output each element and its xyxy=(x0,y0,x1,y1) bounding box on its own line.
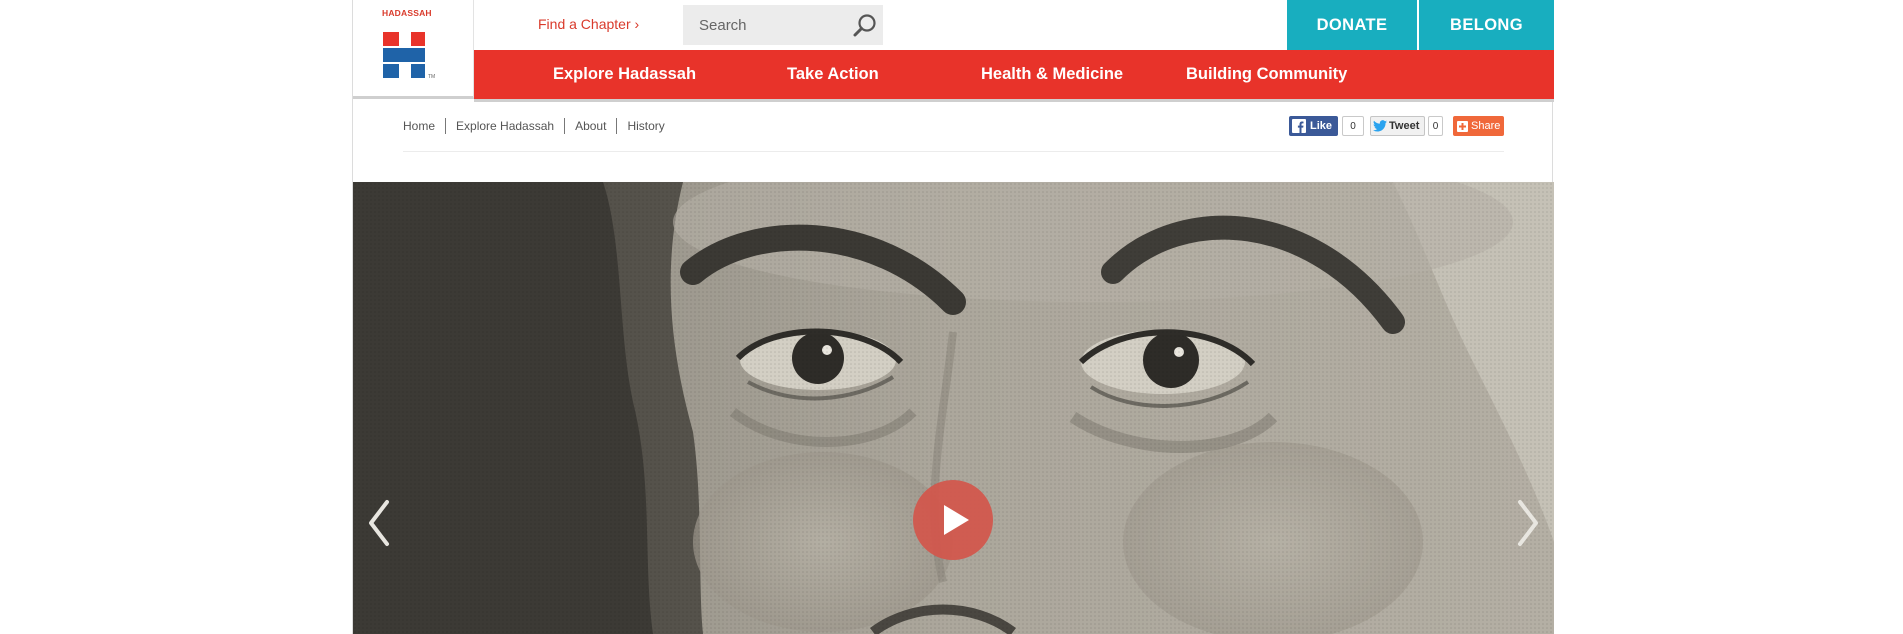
breadcrumb-explore-hadassah[interactable]: Explore Hadassah xyxy=(445,118,564,134)
search-box xyxy=(683,5,883,45)
facebook-like-button[interactable]: Like xyxy=(1289,116,1339,136)
belong-button[interactable]: BELONG xyxy=(1419,0,1554,50)
tweet-button[interactable]: Tweet xyxy=(1370,116,1426,136)
breadcrumb-divider xyxy=(403,151,1504,152)
nav-item-building-community[interactable]: Building Community xyxy=(1186,50,1347,99)
page-container: HADASSAH TM Find a Chapter › DONATE BELO… xyxy=(352,0,1554,634)
share-button[interactable]: Share xyxy=(1453,116,1505,136)
nav-item-health-medicine[interactable]: Health & Medicine xyxy=(981,50,1123,99)
share-label: Share xyxy=(1471,120,1501,132)
search-icon[interactable] xyxy=(851,12,879,40)
hero-portrait-image xyxy=(353,182,1554,634)
breadcrumb-history[interactable]: History xyxy=(616,118,674,134)
nav-item-take-action[interactable]: Take Action xyxy=(787,50,879,99)
tweet-count: 0 xyxy=(1428,116,1443,136)
facebook-icon xyxy=(1292,119,1306,133)
search-input[interactable] xyxy=(683,5,843,45)
breadcrumb: Home Explore Hadassah About History xyxy=(403,117,675,135)
chevron-right-icon[interactable] xyxy=(1514,498,1544,548)
plus-icon xyxy=(1457,120,1468,132)
site-logo[interactable]: HADASSAH TM xyxy=(353,0,474,99)
donate-button[interactable]: DONATE xyxy=(1287,0,1417,50)
svg-text:TM: TM xyxy=(428,74,435,80)
logo-wordmark: HADASSAH xyxy=(382,8,432,18)
like-count: 0 xyxy=(1342,116,1364,136)
main-navigation: Explore Hadassah Take Action Health & Me… xyxy=(474,50,1554,102)
hero-carousel xyxy=(353,182,1554,634)
chevron-left-icon[interactable] xyxy=(363,498,393,548)
breadcrumb-about[interactable]: About xyxy=(564,118,616,134)
hadassah-h-logo-icon: TM xyxy=(383,32,435,80)
breadcrumb-home[interactable]: Home xyxy=(403,118,445,134)
tweet-label: Tweet xyxy=(1389,120,1420,132)
twitter-bird-icon xyxy=(1373,120,1387,132)
nav-item-explore-hadassah[interactable]: Explore Hadassah xyxy=(553,50,696,99)
play-icon[interactable] xyxy=(913,480,993,560)
find-chapter-link[interactable]: Find a Chapter › xyxy=(538,16,639,32)
like-label: Like xyxy=(1310,120,1333,132)
